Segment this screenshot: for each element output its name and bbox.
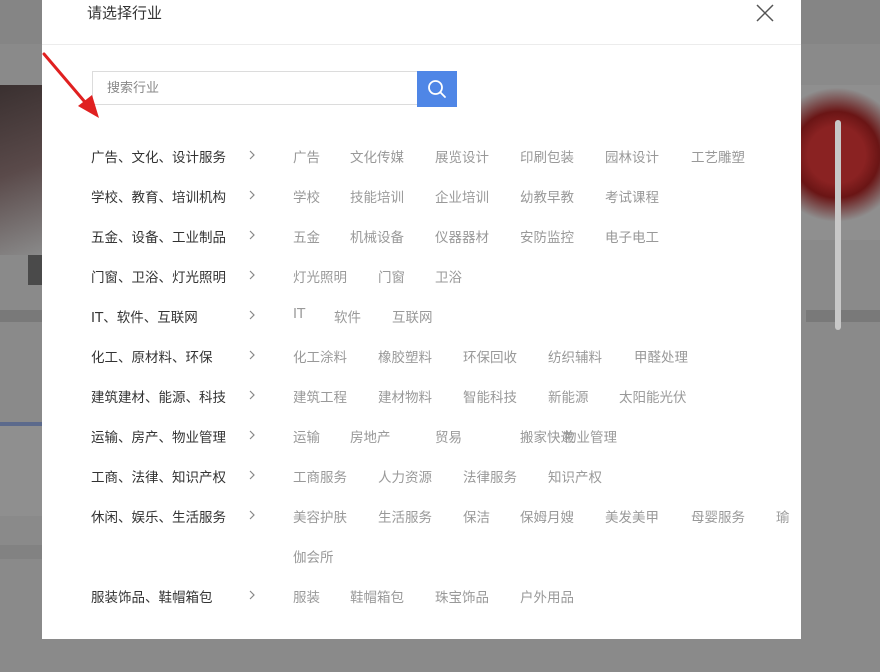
subcategory-item[interactable]: 广告 (293, 146, 320, 166)
subcategory-item[interactable]: IT (293, 306, 305, 322)
chevron-right-icon (249, 590, 255, 600)
category-name[interactable]: 工商、法律、知识产权 (91, 466, 226, 486)
subcategory-item[interactable]: 灯光照明 (293, 266, 347, 286)
category-row: 广告、文化、设计服务 广告 文化传媒 展览设计 印刷包装 园林设计 工艺雕塑 (42, 146, 801, 186)
subcategory-item[interactable]: 五金 (293, 226, 320, 246)
subcategory-item[interactable]: 互联网 (392, 306, 433, 326)
category-name[interactable]: IT、软件、互联网 (91, 306, 198, 326)
subcategory-item[interactable]: 印刷包装 (520, 146, 574, 166)
category-row: 门窗、卫浴、灯光照明 灯光照明 门窗 卫浴 (42, 266, 801, 306)
subcategory-item[interactable]: 瑜 (776, 506, 790, 526)
category-name[interactable]: 五金、设备、工业制品 (91, 226, 226, 246)
subcategory-item[interactable]: 贸易 (435, 426, 462, 446)
chevron-right-icon (249, 190, 255, 200)
subcategory-item[interactable]: 仪器器材 (435, 226, 489, 246)
close-button[interactable] (754, 2, 776, 24)
category-row: 建筑建材、能源、科技 建筑工程 建材物料 智能科技 新能源 太阳能光伏 (42, 386, 801, 426)
category-row: IT、软件、互联网 IT 软件 互联网 (42, 306, 801, 346)
subcategory-item[interactable]: 母婴服务 (691, 506, 745, 526)
subcategory-item[interactable]: 美容护肤 (293, 506, 347, 526)
subcategory-item[interactable]: 物业管理 (563, 426, 617, 446)
category-row: 休闲、娱乐、生活服务 美容护肤 生活服务 保洁 保姆月嫂 美发美甲 母婴服务 瑜伽会所 (42, 506, 801, 566)
subcategory-item[interactable]: 文化传媒 (350, 146, 404, 166)
search-icon (428, 80, 446, 98)
subcategory-item[interactable]: 建材物料 (378, 386, 432, 406)
category-row: 五金、设备、工业制品 五金 机械设备 仪器器材 安防监控 电子电工 (42, 226, 801, 266)
chevron-right-icon (249, 510, 255, 520)
subcategory-item[interactable]: 技能培训 (350, 186, 404, 206)
subcategory-item[interactable]: 门窗 (378, 266, 405, 286)
background-thumbnail-left (0, 85, 42, 255)
subcategory-item[interactable]: 橡胶塑料 (378, 346, 432, 366)
subcategory-item[interactable]: 人力资源 (378, 466, 432, 486)
subcategory-item[interactable]: 法律服务 (463, 466, 517, 486)
industry-select-modal: 请选择行业 广告、文化、设计服务 广告 文化传媒 展览设计 印刷包装 园林设计 工艺雕塑学校… (42, 0, 841, 639)
subcategory-item[interactable]: 纺织辅料 (548, 346, 602, 366)
subcategory-item[interactable]: 户外用品 (520, 586, 574, 606)
subcategory-item[interactable]: 企业培训 (435, 186, 489, 206)
subcategory-item[interactable]: 考试课程 (605, 186, 659, 206)
subcategory-item[interactable]: 园林设计 (605, 146, 659, 166)
subcategory-item[interactable]: 工商服务 (293, 466, 347, 486)
subcategory-item[interactable]: 电子电工 (605, 226, 659, 246)
scrollbar-thumb[interactable] (835, 120, 841, 330)
subcategory-item[interactable]: 珠宝饰品 (435, 586, 489, 606)
subcategory-item[interactable]: 太阳能光伏 (619, 386, 687, 406)
subcategory-item[interactable]: 知识产权 (548, 466, 602, 486)
subcategory-item[interactable]: 幼教早教 (520, 186, 574, 206)
subcategory-item[interactable]: 化工涂料 (293, 346, 347, 366)
subcategory-item[interactable]: 安防监控 (520, 226, 574, 246)
chevron-right-icon (249, 350, 255, 360)
subcategory-item[interactable]: 运输 (293, 426, 320, 446)
chevron-right-icon (249, 430, 255, 440)
subcategory-item[interactable]: 智能科技 (463, 386, 517, 406)
chevron-right-icon (249, 470, 255, 480)
subcategory-item[interactable]: 鞋帽箱包 (350, 586, 404, 606)
search-button[interactable] (417, 71, 457, 107)
close-icon (756, 4, 774, 22)
category-name[interactable]: 门窗、卫浴、灯光照明 (91, 266, 226, 286)
chevron-right-icon (249, 310, 255, 320)
subcategory-item[interactable]: 生活服务 (378, 506, 432, 526)
category-name[interactable]: 休闲、娱乐、生活服务 (91, 506, 226, 526)
modal-title: 请选择行业 (87, 4, 163, 22)
subcategory-item[interactable]: 伽会所 (293, 546, 334, 566)
category-row: 服装饰品、鞋帽箱包 服装 鞋帽箱包 珠宝饰品 户外用品 (42, 586, 801, 626)
chevron-right-icon (249, 150, 255, 160)
category-name[interactable]: 服装饰品、鞋帽箱包 (91, 586, 213, 606)
category-name[interactable]: 学校、教育、培训机构 (91, 186, 226, 206)
subcategory-item[interactable]: 美发美甲 (605, 506, 659, 526)
category-name[interactable]: 建筑建材、能源、科技 (91, 386, 226, 406)
category-name[interactable]: 广告、文化、设计服务 (91, 146, 226, 166)
subcategory-item[interactable]: 建筑工程 (293, 386, 347, 406)
subcategory-item[interactable]: 保洁 (463, 506, 490, 526)
chevron-right-icon (249, 230, 255, 240)
subcategory-item[interactable]: 展览设计 (435, 146, 489, 166)
subcategory-item[interactable]: 房地产 (350, 426, 391, 446)
subcategory-item[interactable]: 保姆月嫂 (520, 506, 574, 526)
subcategory-item[interactable]: 环保回收 (463, 346, 517, 366)
chevron-right-icon (249, 270, 255, 280)
subcategory-item[interactable]: 服装 (293, 586, 320, 606)
category-name[interactable]: 化工、原材料、环保 (91, 346, 213, 366)
arrow-annotation-icon (42, 52, 99, 118)
subcategory-item[interactable]: 学校 (293, 186, 320, 206)
subcategory-item[interactable]: 软件 (334, 306, 361, 326)
subcategory-item[interactable]: 新能源 (548, 386, 589, 406)
subcategory-item[interactable]: 甲醛处理 (634, 346, 688, 366)
category-name[interactable]: 运输、房产、物业管理 (91, 426, 226, 446)
category-row: 化工、原材料、环保 化工涂料 橡胶塑料 环保回收 纺织辅料 甲醛处理 (42, 346, 801, 386)
category-row: 运输、房产、物业管理 运输 房地产 贸易 搬家快递 物业管理 (42, 426, 801, 466)
subcategory-item[interactable]: 机械设备 (350, 226, 404, 246)
search-input[interactable] (92, 71, 417, 105)
subcategory-item[interactable]: 卫浴 (435, 266, 462, 286)
category-row: 工商、法律、知识产权 工商服务 人力资源 法律服务 知识产权 (42, 466, 801, 506)
category-row: 学校、教育、培训机构 学校 技能培训 企业培训 幼教早教 考试课程 (42, 186, 801, 226)
subcategory-item[interactable]: 工艺雕塑 (691, 146, 745, 166)
modal-header: 请选择行业 (42, 0, 801, 45)
chevron-right-icon (249, 390, 255, 400)
